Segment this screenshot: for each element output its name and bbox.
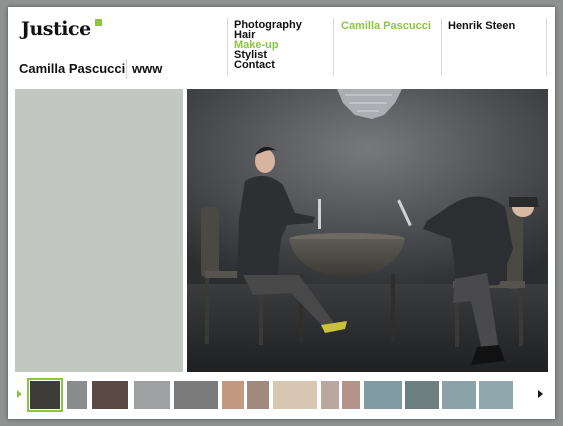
nav-divider-2 (333, 18, 334, 76)
thumbnail[interactable] (364, 381, 402, 409)
artist-link-henrik-steen[interactable]: Henrik Steen (448, 20, 515, 33)
nav-divider-1 (227, 18, 228, 76)
nav-divider-4 (546, 18, 547, 76)
site-frame: Justice Camilla Pascucci www Photography… (8, 7, 555, 419)
main-nav: Photography Hair Make-up Stylist Contact (234, 20, 302, 71)
thumbnail[interactable] (247, 381, 269, 409)
nav-divider-3 (441, 18, 442, 76)
site-logo[interactable]: Justice (21, 18, 91, 40)
thumbnail[interactable] (222, 381, 244, 409)
artist-name: Camilla Pascucci (19, 61, 126, 76)
artist-link-camilla-pascucci[interactable]: Camilla Pascucci (341, 20, 431, 33)
thumbnail[interactable] (273, 381, 317, 409)
thumbnail[interactable] (134, 381, 170, 409)
thumbnail[interactable] (442, 381, 476, 409)
nav-item-contact[interactable]: Contact (234, 60, 302, 71)
thumbnail[interactable] (405, 381, 439, 409)
triangle-left-icon[interactable] (17, 390, 22, 398)
thumbnail[interactable] (92, 381, 128, 409)
photo-illustration (187, 89, 548, 372)
header-divider (126, 59, 127, 79)
thumbnail[interactable] (27, 378, 63, 412)
thumbnail-strip (8, 377, 555, 412)
thumbnail[interactable] (174, 381, 218, 409)
main-photo (187, 89, 548, 372)
thumbnail[interactable] (479, 381, 513, 409)
side-panel (15, 89, 183, 372)
www-link[interactable]: www (132, 61, 162, 77)
thumbnail[interactable] (67, 381, 87, 409)
triangle-right-icon[interactable] (538, 390, 543, 398)
logo-accent-square (95, 19, 102, 26)
thumbnail[interactable] (342, 381, 360, 409)
thumbnail[interactable] (321, 381, 339, 409)
